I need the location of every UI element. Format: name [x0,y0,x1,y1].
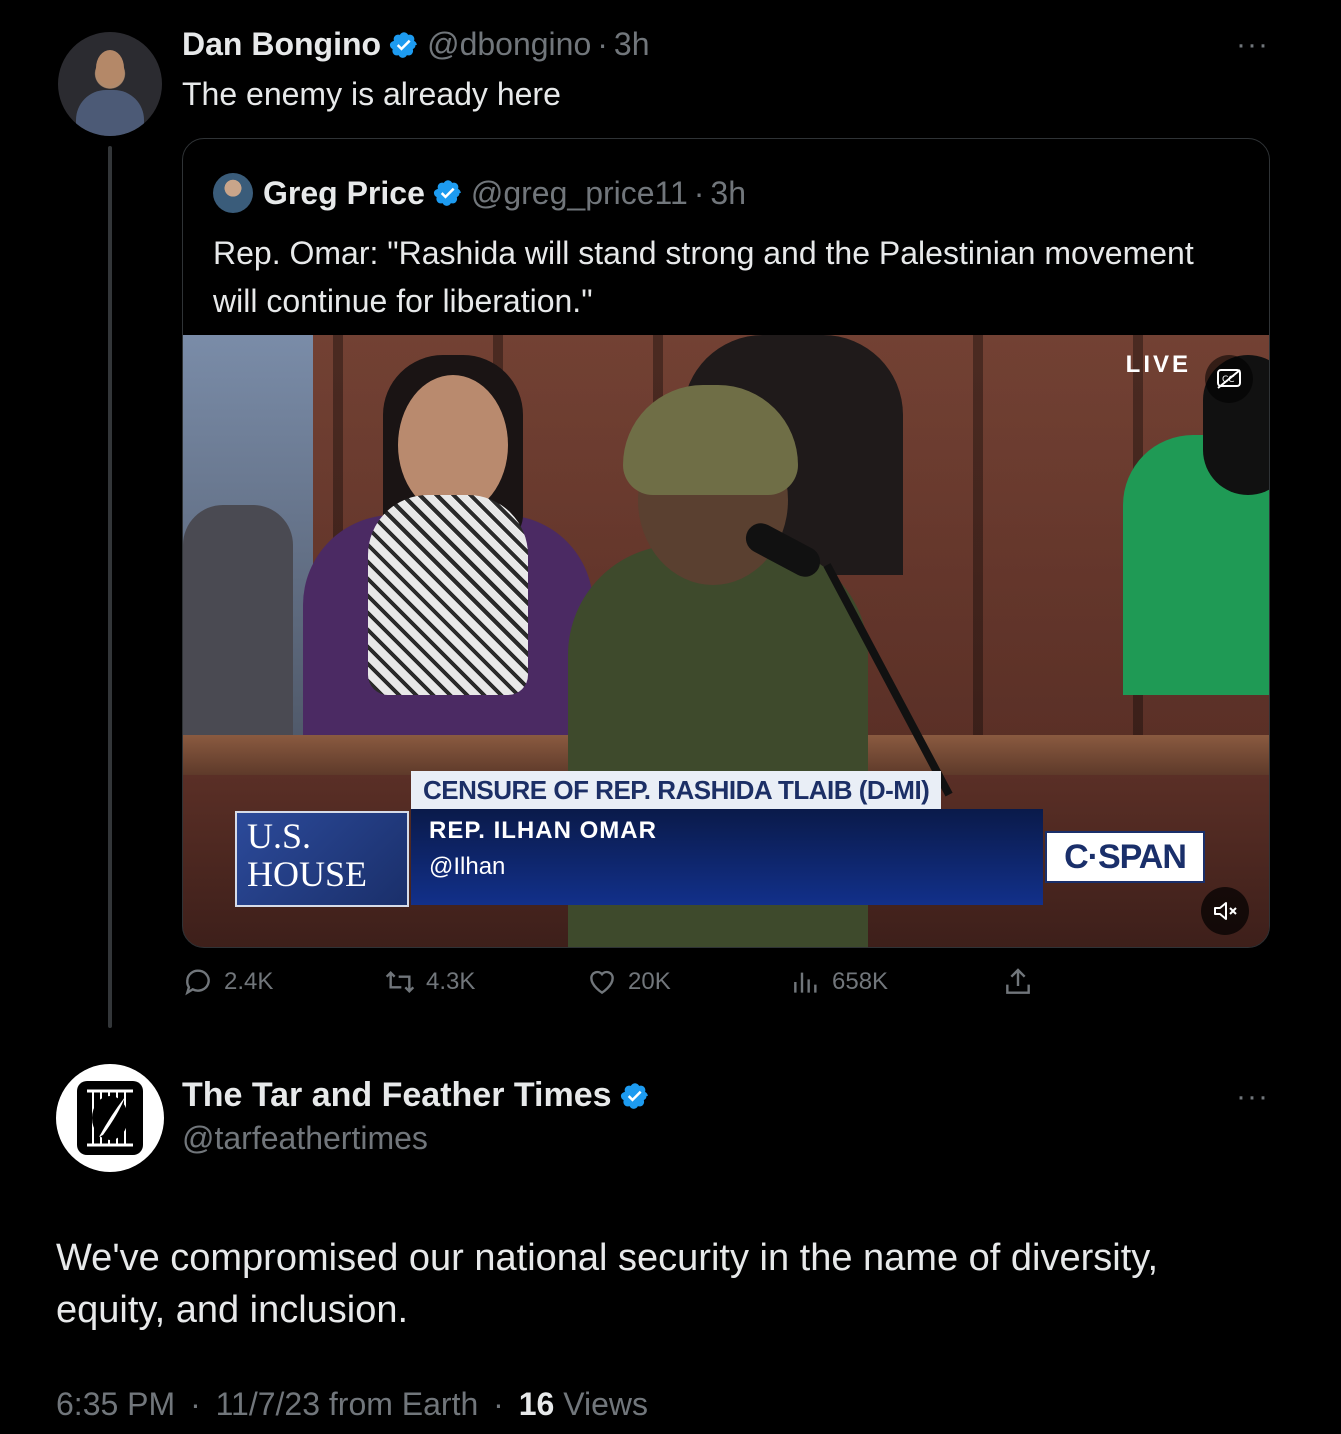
tweet-text: We've compromised our national security … [56,1237,1158,1331]
video-banner-title: CENSURE OF REP. RASHIDA TLAIB (D-MI) [411,771,942,809]
thread-connector [108,146,112,1028]
share-icon [1006,968,1030,994]
avatar[interactable] [56,1064,164,1172]
quote-author-name: Greg Price [263,174,425,211]
author-name[interactable]: The Tar and Feather Times [182,1076,612,1115]
us-house-logo: U.S. HOUSE [235,811,409,907]
quote-avatar [213,173,253,213]
reply-count: 2.4K [224,968,274,995]
tweet-timestamp[interactable]: 6:35 PM [56,1386,175,1422]
speaker-name-bar: REP. ILHAN OMAR @Ilhan [411,809,1043,905]
tweet-header: Dan Bongino @dbongino · 3h [182,26,650,63]
views-label: Views [563,1386,648,1422]
separator-dot: · [190,1386,201,1422]
views-button[interactable]: 658K [790,966,888,998]
barrel-quill-logo-icon [77,1081,143,1155]
repost-button[interactable]: 4.3K [384,966,475,998]
cspan-logo: C·SPAN [1045,831,1205,883]
like-count: 20K [628,968,671,995]
separator-dot: · [597,26,608,62]
avatar[interactable] [58,32,162,136]
video-figure [398,375,508,515]
us-house-logo-text: U.S. HOUSE [247,817,367,893]
views-count: 658K [832,968,889,995]
like-button[interactable]: 20K [586,966,671,998]
video-lower-third: CENSURE OF REP. RASHIDA TLAIB (D-MI) U.S… [235,771,1043,907]
quote-header: Greg Price @greg_price11 · 3h [213,173,746,213]
author-handle[interactable]: @dbongino [427,26,591,63]
speaker-muted-icon [1214,902,1237,920]
video-figure [183,505,293,765]
author-handle[interactable]: @tarfeathertimes [182,1120,428,1157]
verified-badge-icon [620,1082,648,1109]
video-player[interactable]: LIVE CC CENSURE OF REP. RASHIDA TLAIB (D… [183,335,1269,947]
avatar-head [96,50,124,86]
tweet-date-source: 11/7/23 from Earth [215,1386,479,1422]
quote-time: 3h [710,174,747,211]
separator-dot: · [693,174,705,211]
captions-off-icon[interactable]: CC [1205,355,1253,403]
speaker-name: REP. ILHAN OMAR [429,817,657,844]
verified-badge-icon [433,180,461,206]
tweet-time[interactable]: 3h [614,26,650,63]
separator-dot: · [493,1386,504,1422]
mute-icon[interactable] [1201,887,1249,935]
tweet-text: The enemy is already here [182,76,561,112]
views-count: 16 [518,1386,555,1422]
repost-icon [385,970,415,994]
tweet-action-bar: 2.4K 4.3K 20K 658K [182,966,1270,1006]
video-figure [368,495,528,695]
share-button[interactable] [1002,966,1044,998]
house-line-2: HOUSE [247,854,368,894]
author-name[interactable]: Dan Bongino [182,26,381,63]
more-options-icon[interactable]: ··· [1236,1080,1269,1114]
more-options-icon[interactable]: ··· [1236,28,1269,62]
avatar-shirt [76,90,144,136]
captions-icon: CC [1217,369,1241,389]
house-line-1: U.S. [247,816,312,856]
reply-button[interactable]: 2.4K [182,966,273,998]
verified-badge-icon [390,31,417,58]
analytics-icon [794,972,817,993]
tweet-header: The Tar and Feather Times [182,1076,658,1115]
quoted-tweet[interactable]: Greg Price @greg_price11 · 3h Rep. Omar:… [182,138,1270,948]
repost-count: 4.3K [426,968,476,995]
tweet-metadata: 6:35 PM · 11/7/23 from Earth · 16 Views [56,1386,648,1423]
quote-author-handle: @greg_price11 [470,174,688,211]
speaker-handle: @Ilhan [429,853,506,880]
live-badge: LIVE [1125,351,1191,378]
reply-icon [185,969,210,996]
quote-text: Rep. Omar: "Rashida will stand strong an… [213,235,1194,319]
heart-icon [590,970,614,995]
